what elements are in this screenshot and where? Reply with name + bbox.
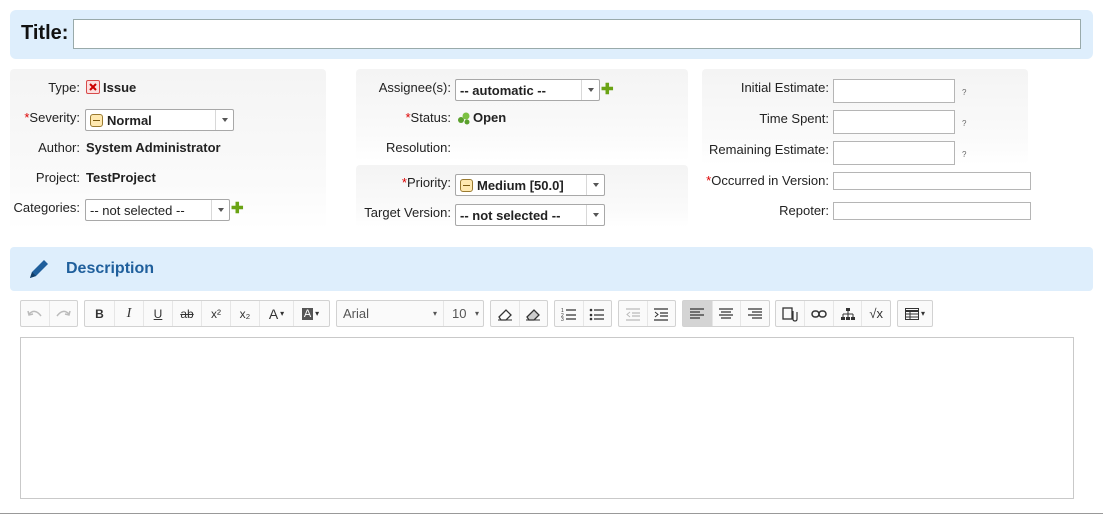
initial-estimate-label: Initial Estimate:: [740, 80, 829, 95]
toolbar-insert-group: √x: [775, 300, 891, 327]
time-spent-label: Time Spent:: [759, 111, 829, 126]
toolbar-align-group: [682, 300, 770, 327]
description-title: Description: [66, 260, 155, 277]
toolbar-format-group: B I U ab x² x₂ A ▾ A ▾: [84, 300, 330, 327]
toolbar-list-group: 123: [554, 300, 612, 327]
font-size-select[interactable]: 10 ▾: [443, 301, 483, 326]
normal-severity-icon: [90, 113, 103, 127]
link-icon[interactable]: [804, 301, 833, 326]
target-version-label: Target Version:: [364, 205, 451, 220]
superscript-button[interactable]: x²: [201, 301, 230, 326]
math-formula-button[interactable]: √x: [861, 301, 890, 326]
assignees-label: Assignee(s):: [378, 80, 451, 95]
target-version-value: -- not selected --: [460, 207, 561, 223]
priority-label: *Priority:: [401, 175, 451, 190]
subscript-button[interactable]: x₂: [230, 301, 259, 326]
categories-select[interactable]: -- not selected --: [85, 199, 230, 221]
toolbar-font-group: Arial ▾ 10 ▾: [336, 300, 484, 327]
occurred-in-version-input[interactable]: [833, 172, 1031, 190]
font-family-select[interactable]: Arial ▾: [337, 301, 443, 326]
initial-estimate-help-icon[interactable]: ?: [962, 88, 966, 97]
assignees-value: -- automatic --: [460, 82, 546, 98]
title-label: Title:: [21, 22, 69, 44]
svg-text:3: 3: [561, 317, 564, 321]
toolbar-indent-group: [618, 300, 676, 327]
bold-button[interactable]: B: [85, 301, 114, 326]
author-value: System Administrator: [86, 140, 221, 155]
description-header: [10, 247, 1093, 291]
align-right-icon[interactable]: [740, 301, 769, 326]
medium-priority-icon: [460, 178, 473, 192]
diagram-icon[interactable]: [832, 301, 862, 326]
target-version-select[interactable]: -- not selected --: [455, 204, 605, 226]
strikethrough-button[interactable]: ab: [172, 301, 201, 326]
eraser-icon[interactable]: [491, 301, 519, 326]
remaining-estimate-help-icon[interactable]: ?: [962, 150, 966, 159]
priority-value: Medium [50.0]: [477, 177, 564, 193]
undo-button[interactable]: [21, 301, 49, 326]
add-assignee-icon[interactable]: ✚: [601, 82, 614, 97]
bug-icon: [86, 80, 100, 94]
table-icon[interactable]: ▾: [898, 301, 932, 326]
severity-label: *Severity:: [24, 110, 80, 125]
underline-button[interactable]: U: [143, 301, 172, 326]
bullet-list-icon[interactable]: [582, 301, 611, 326]
type-label: Type:: [48, 80, 80, 95]
font-color-button[interactable]: A ▾: [259, 301, 293, 326]
outdent-icon[interactable]: [619, 301, 647, 326]
occurred-in-version-label: *Occurred in Version:: [706, 173, 829, 188]
severity-value: Normal: [107, 112, 152, 128]
time-spent-input[interactable]: [833, 110, 955, 134]
project-label: Project:: [35, 170, 80, 185]
redo-button[interactable]: [48, 301, 77, 326]
assignees-select[interactable]: -- automatic --: [455, 79, 600, 101]
chevron-down-icon: [581, 80, 599, 100]
remaining-estimate-label: Remaining Estimate:: [709, 142, 829, 157]
categories-value: -- not selected --: [90, 202, 185, 218]
chevron-down-icon: [586, 175, 604, 195]
align-left-icon[interactable]: [683, 301, 712, 326]
severity-select[interactable]: Normal: [85, 109, 234, 131]
time-spent-help-icon[interactable]: ?: [962, 119, 966, 128]
categories-label: Categories:: [13, 200, 80, 215]
status-open-icon: [457, 111, 471, 128]
remaining-estimate-input[interactable]: [833, 141, 955, 165]
background-color-button[interactable]: A ▾: [293, 301, 327, 326]
resolution-label: Resolution:: [385, 140, 451, 155]
priority-select[interactable]: Medium [50.0]: [455, 174, 605, 196]
font-size-value: 10: [452, 306, 467, 321]
chevron-down-icon: [586, 205, 604, 225]
author-label: Author:: [38, 140, 80, 155]
indent-icon[interactable]: [646, 301, 675, 326]
reporter-input[interactable]: [833, 202, 1031, 220]
project-value: TestProject: [86, 170, 156, 185]
chevron-down-icon: [211, 200, 229, 220]
initial-estimate-input[interactable]: [833, 79, 955, 103]
chevron-down-icon: ▾: [474, 309, 479, 318]
description-editor[interactable]: [20, 337, 1074, 499]
title-input[interactable]: [73, 19, 1081, 49]
attachment-icon[interactable]: [776, 301, 804, 326]
chevron-down-icon: ▾: [432, 309, 437, 318]
chevron-down-icon: [215, 110, 233, 130]
clear-format-icon[interactable]: [518, 301, 547, 326]
align-center-icon[interactable]: [711, 301, 741, 326]
status-label: *Status:: [405, 110, 451, 125]
italic-button[interactable]: I: [114, 301, 143, 326]
font-family-value: Arial: [343, 306, 370, 321]
pencil-icon: [26, 256, 52, 285]
toolbar-clear-group: [490, 300, 548, 327]
ordered-list-icon[interactable]: 123: [555, 301, 583, 326]
type-value: Issue: [103, 80, 137, 95]
toolbar-table-group: ▾: [897, 300, 933, 327]
status-value: Open: [473, 110, 507, 125]
add-category-icon[interactable]: ✚: [231, 201, 244, 216]
reporter-label: Repoter:: [779, 203, 829, 218]
toolbar-history-group: [20, 300, 78, 327]
